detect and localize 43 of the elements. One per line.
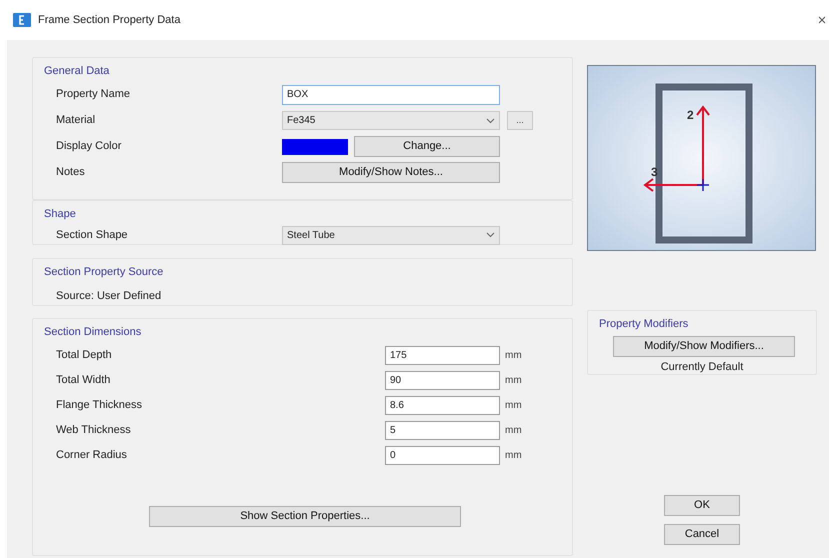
- color-swatch[interactable]: [282, 138, 348, 154]
- dialog-button[interactable]: OK: [664, 495, 740, 516]
- field-label: Property Name: [56, 87, 131, 102]
- unit-label: mm: [505, 374, 522, 388]
- change-color-button[interactable]: Change...: [354, 136, 500, 157]
- unit-label: mm: [505, 449, 522, 463]
- source-text: Source: User Defined: [55, 288, 162, 304]
- dropdown[interactable]: Fe345: [282, 111, 500, 130]
- field-label: Display Color: [56, 139, 122, 154]
- group-heading: Property Modifiers: [599, 317, 688, 332]
- app-icon: [13, 13, 31, 27]
- field-label: Section Shape: [56, 228, 129, 243]
- show-section-properties-button[interactable]: Show Section Properties...: [149, 506, 461, 526]
- group-heading: Section Property Source: [44, 265, 164, 280]
- field-label: Total Width: [56, 373, 112, 388]
- dimension-field[interactable]: 90: [385, 371, 500, 390]
- dimension-field[interactable]: 5: [385, 421, 500, 440]
- modifiers-status: Currently Default: [660, 360, 744, 374]
- field-label: Material: [56, 113, 96, 128]
- browse-button[interactable]: ...: [507, 111, 533, 130]
- group-heading: Section Dimensions: [44, 325, 142, 340]
- notes-button[interactable]: Modify/Show Notes...: [282, 162, 500, 183]
- dialog-button[interactable]: Cancel: [664, 524, 740, 545]
- unit-label: mm: [505, 349, 522, 363]
- modify-modifiers-button[interactable]: Modify/Show Modifiers...: [613, 336, 795, 356]
- chevron-down-icon: [486, 118, 495, 124]
- window-title: Frame Section Property Data: [38, 12, 180, 28]
- unit-label: mm: [505, 399, 522, 413]
- field-label: Total Depth: [56, 348, 113, 364]
- dimension-field[interactable]: 8.6: [385, 396, 500, 415]
- unit-label: mm: [505, 424, 522, 438]
- close-icon[interactable]: [819, 16, 825, 24]
- field-label: Corner Radius: [56, 448, 128, 464]
- dropdown[interactable]: Steel Tube: [282, 226, 500, 244]
- field-label: Flange Thickness: [56, 398, 144, 414]
- dimension-field[interactable]: 175: [385, 346, 500, 365]
- group-heading: General Data: [44, 64, 110, 79]
- group-heading: Shape: [44, 207, 76, 222]
- chevron-down-icon: [486, 232, 495, 238]
- property-name-field[interactable]: BOX: [282, 84, 500, 104]
- field-label: Notes: [56, 165, 86, 180]
- dimension-field[interactable]: 0: [385, 446, 500, 465]
- field-label: Web Thickness: [56, 423, 132, 438]
